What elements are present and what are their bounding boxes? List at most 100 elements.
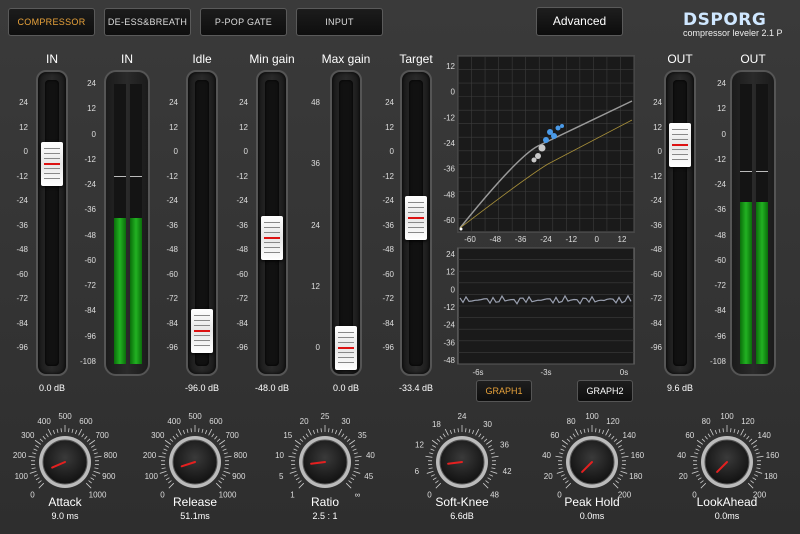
min-gain-slider-tick-label: -84 bbox=[236, 318, 248, 328]
idle-slider-thumb[interactable] bbox=[191, 308, 213, 353]
release-knob-value: 51.1ms bbox=[180, 511, 210, 521]
lookahead-knob-scale-label: 140 bbox=[758, 431, 772, 440]
idle-slider-tick-label: -60 bbox=[166, 269, 178, 279]
graph1-button[interactable]: GRAPH1 bbox=[476, 380, 532, 402]
in-meter-tick-label: -84 bbox=[84, 306, 96, 316]
soft-knee-knob-value: 6.6dB bbox=[450, 511, 474, 521]
peak-hold-knob-scale-label: 180 bbox=[629, 472, 643, 481]
in-slider-groove bbox=[45, 80, 59, 366]
in-meter-fill bbox=[114, 218, 126, 364]
out-slider-tick-label: -60 bbox=[650, 269, 662, 279]
ratio-knob-value: 2.5 : 1 bbox=[312, 511, 338, 521]
transfer-y-tick: 0 bbox=[451, 88, 456, 97]
out-slider-tick-label: -24 bbox=[650, 196, 662, 205]
in-meter-tick-label: -12 bbox=[84, 154, 96, 164]
attack-knob-scale-label: 700 bbox=[96, 431, 110, 440]
max-gain-slider-thumb[interactable] bbox=[335, 326, 357, 370]
target-slider-tick-label: -96 bbox=[382, 343, 394, 352]
attack-knob-scale-label: 100 bbox=[15, 472, 29, 481]
release-knob[interactable]: 01002003004005006007008009001000 bbox=[135, 410, 255, 506]
transfer-x-tick: -24 bbox=[540, 235, 552, 244]
target-slider-tick-label: -12 bbox=[382, 171, 394, 181]
max-gain-slider-tick-label: 0 bbox=[315, 343, 320, 352]
in-meter-channel-2 bbox=[130, 84, 142, 364]
peak-hold-knob-value: 0.0ms bbox=[579, 511, 605, 521]
out-slider-tick-label: 12 bbox=[653, 122, 662, 132]
max-gain-slider-tick-label: 48 bbox=[311, 98, 320, 107]
in-slider-thumb[interactable] bbox=[41, 142, 63, 187]
in-slider-value: 0.0 dB bbox=[38, 383, 66, 393]
in-slider-tick-label: -96 bbox=[16, 343, 28, 352]
peak-hold-knob[interactable]: 020406080100120140160180200 bbox=[532, 410, 652, 506]
soft-knee-knob-scale-label: 18 bbox=[432, 420, 441, 429]
out-meter-label: OUT bbox=[740, 52, 766, 66]
history-x-tick: -3s bbox=[540, 368, 551, 377]
target-slider-tick-label: 24 bbox=[385, 98, 394, 107]
min-gain-slider-tick-label: 0 bbox=[243, 147, 248, 156]
out-meter-tick-label: -48 bbox=[714, 230, 726, 240]
transfer-y-tick: -24 bbox=[443, 139, 455, 148]
soft-knee-knob[interactable]: 0612182430364248 bbox=[402, 410, 522, 506]
in-meter-channel-1 bbox=[114, 84, 126, 364]
graph2-button[interactable]: GRAPH2 bbox=[577, 380, 633, 402]
attack-knob-scale-label: 600 bbox=[79, 417, 93, 426]
tab-de-ess-breath[interactable]: DE-ESS&BREATH bbox=[104, 8, 191, 36]
attack-knob[interactable]: 01002003004005006007008009001000 bbox=[5, 410, 125, 506]
ratio-knob-scale-label: 10 bbox=[275, 451, 284, 460]
history-y-tick: 24 bbox=[446, 250, 455, 259]
out-meter bbox=[730, 70, 776, 376]
ratio-knob-scale-label: 5 bbox=[279, 472, 284, 481]
lookahead-knob-scale-label: 20 bbox=[679, 472, 688, 481]
lookahead-knob-scale-label: 40 bbox=[677, 451, 686, 460]
tab-compressor[interactable]: COMPRESSOR bbox=[8, 8, 95, 36]
in-meter-peak-marker bbox=[114, 176, 126, 178]
out-slider-tick-label: -48 bbox=[650, 245, 662, 254]
release-knob-scale-label: 600 bbox=[209, 417, 223, 426]
in-slider-tick-label: -24 bbox=[16, 196, 28, 205]
min-gain-slider-tick-label: -12 bbox=[236, 171, 248, 181]
attack-knob-value: 9.0 ms bbox=[51, 511, 79, 521]
attack-knob-scale-label: 900 bbox=[102, 472, 116, 481]
lookahead-knob[interactable]: 020406080100120140160180200 bbox=[667, 410, 787, 506]
advanced-button[interactable]: Advanced bbox=[536, 7, 623, 36]
lookahead-knob-scale-label: 60 bbox=[685, 431, 694, 440]
tab-p-pop-gate[interactable]: P-POP GATE bbox=[200, 8, 287, 36]
out-slider-value: 9.6 dB bbox=[666, 383, 694, 393]
out-slider-tick-label: -72 bbox=[650, 294, 662, 303]
in-slider-tick-label: -12 bbox=[16, 171, 28, 181]
idle-slider-tick-label: -36 bbox=[166, 220, 178, 230]
target-slider-thumb[interactable] bbox=[405, 196, 427, 241]
target-slider-tick-label: -36 bbox=[382, 220, 394, 230]
attack-knob-scale-label: 400 bbox=[37, 417, 51, 426]
out-meter-channel-1 bbox=[740, 84, 752, 364]
min-gain-slider-thumb[interactable] bbox=[261, 215, 283, 260]
attack-knob-scale-label: 200 bbox=[13, 451, 27, 460]
peak-hold-knob-scale-label: 120 bbox=[606, 417, 620, 426]
in-slider-tick-label: 12 bbox=[19, 122, 28, 132]
attack-knob-scale-label: 300 bbox=[21, 431, 35, 440]
ratio-knob-scale-label: 25 bbox=[321, 412, 330, 421]
out-slider-tick-label: 0 bbox=[657, 147, 662, 156]
history-y-tick: -24 bbox=[443, 321, 455, 330]
lookahead-knob-scale-label: 180 bbox=[764, 472, 778, 481]
out-slider-track[interactable] bbox=[664, 70, 696, 376]
min-gain-slider-value: -48.0 dB bbox=[254, 383, 290, 393]
lookahead-knob-label: LookAhead bbox=[696, 495, 758, 509]
in-slider-track[interactable] bbox=[36, 70, 68, 376]
ratio-knob-scale-label: 15 bbox=[283, 431, 292, 440]
idle-slider-tick-label: -24 bbox=[166, 196, 178, 205]
in-slider-tick-label: -72 bbox=[16, 294, 28, 303]
out-slider-tick-label: 24 bbox=[653, 98, 662, 107]
release-knob-label: Release bbox=[172, 495, 218, 509]
tab-input[interactable]: INPUT bbox=[296, 8, 383, 36]
ratio-knob[interactable]: 151015202530354045∞ bbox=[265, 410, 385, 506]
out-meter-peak-marker bbox=[740, 170, 752, 172]
transfer-y-tick: -60 bbox=[443, 216, 455, 225]
target-slider-tick-label: -84 bbox=[382, 318, 394, 328]
in-slider-tick-label: 0 bbox=[23, 147, 28, 156]
in-slider-label: IN bbox=[46, 52, 58, 66]
out-slider-thumb[interactable] bbox=[669, 122, 691, 167]
min-gain-slider-label: Min gain bbox=[249, 52, 295, 66]
attack-knob-scale-label: 800 bbox=[104, 451, 118, 460]
in-meter bbox=[104, 70, 150, 376]
